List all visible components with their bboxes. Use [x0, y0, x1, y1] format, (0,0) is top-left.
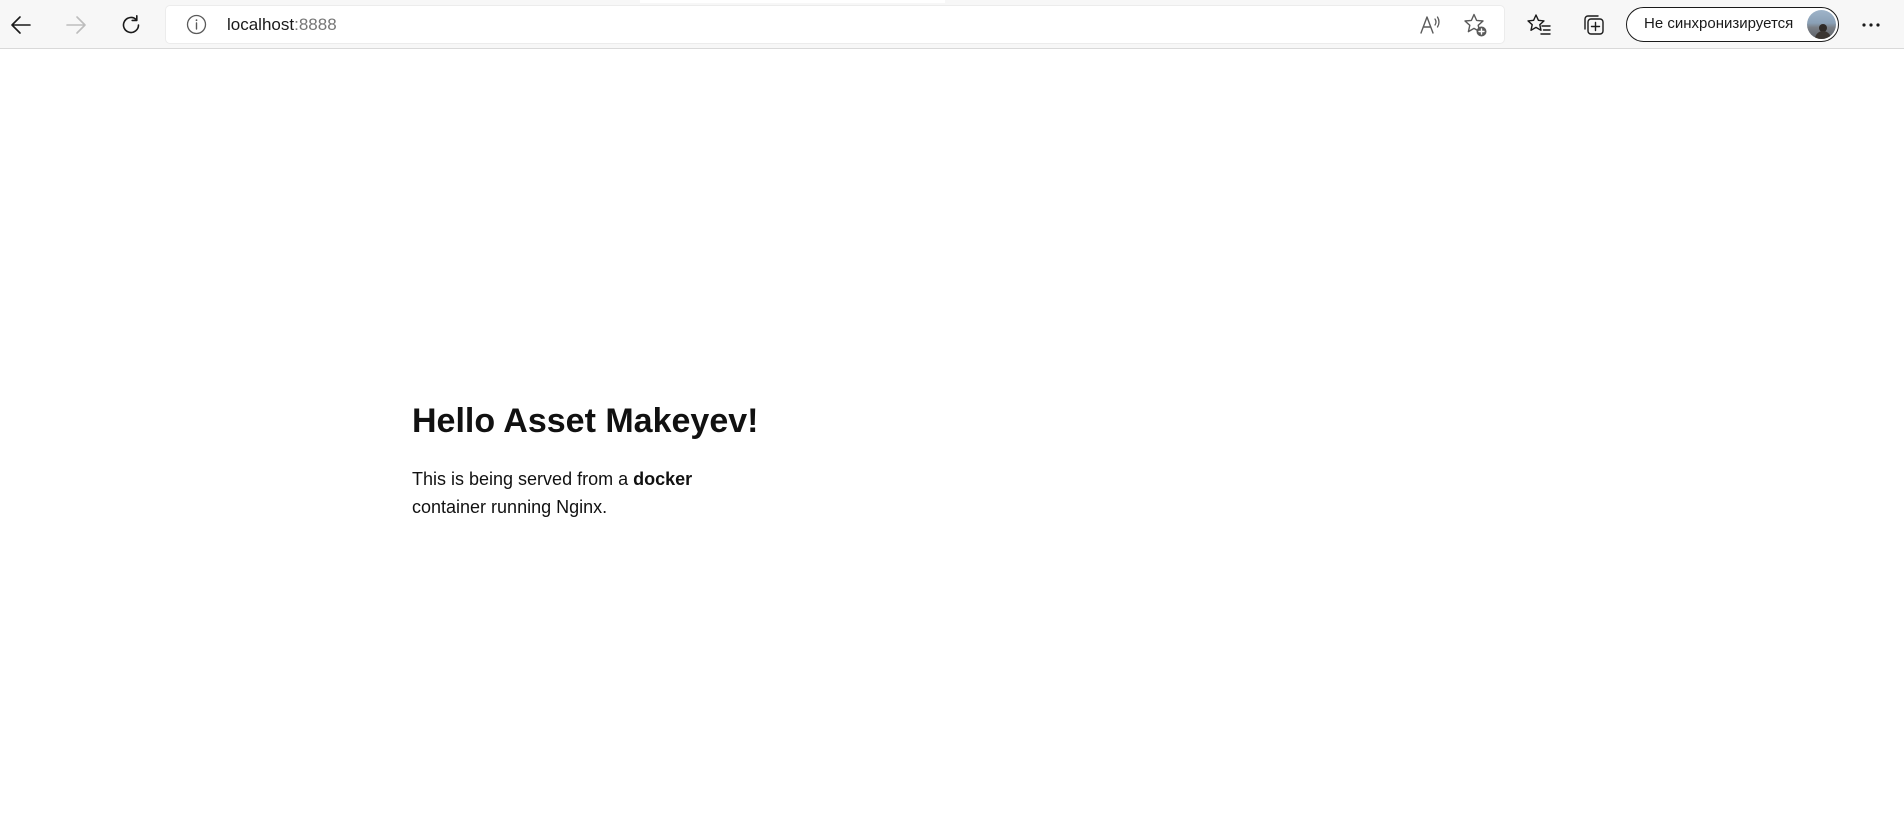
url-host: localhost	[227, 15, 295, 34]
refresh-button[interactable]	[111, 5, 151, 45]
profile-sync-button[interactable]: Не синхронизируется	[1626, 7, 1839, 42]
read-aloud-icon	[1420, 16, 1440, 34]
favorites-list-icon	[1527, 14, 1551, 35]
add-favorite-button[interactable]	[1461, 11, 1489, 39]
address-bar[interactable]: localhost:8888	[166, 6, 1504, 43]
add-favorite-star-icon	[1464, 13, 1487, 37]
more-dots-icon	[1862, 23, 1880, 27]
page-paragraph: This is being served from a docker conta…	[412, 465, 712, 521]
active-tab-indicator	[640, 0, 945, 3]
forward-button[interactable]	[56, 5, 96, 45]
avatar	[1807, 10, 1836, 39]
favorites-button[interactable]	[1519, 5, 1559, 45]
collections-button[interactable]	[1574, 5, 1614, 45]
collections-icon	[1584, 15, 1604, 35]
url-port: :8888	[294, 15, 337, 34]
url-text[interactable]: localhost:8888	[227, 6, 337, 43]
page-heading: Hello Asset Makeyev!	[412, 402, 759, 440]
read-aloud-button[interactable]	[1416, 11, 1444, 39]
back-button[interactable]	[1, 5, 41, 45]
more-button[interactable]	[1851, 5, 1891, 45]
forward-arrow-icon	[66, 16, 86, 34]
back-arrow-icon	[11, 16, 31, 34]
refresh-icon	[122, 15, 140, 34]
page-content: Hello Asset Makeyev! This is being serve…	[412, 385, 772, 521]
profile-sync-label: Не синхронизируется	[1644, 15, 1794, 32]
info-icon[interactable]	[186, 14, 207, 35]
paragraph-text-end: container running Nginx.	[412, 497, 608, 517]
paragraph-text-start: This is being served from a	[412, 469, 634, 489]
paragraph-bold-docker: docker	[633, 469, 693, 489]
browser-toolbar: localhost:8888 Не синхронизируется	[0, 0, 1904, 49]
